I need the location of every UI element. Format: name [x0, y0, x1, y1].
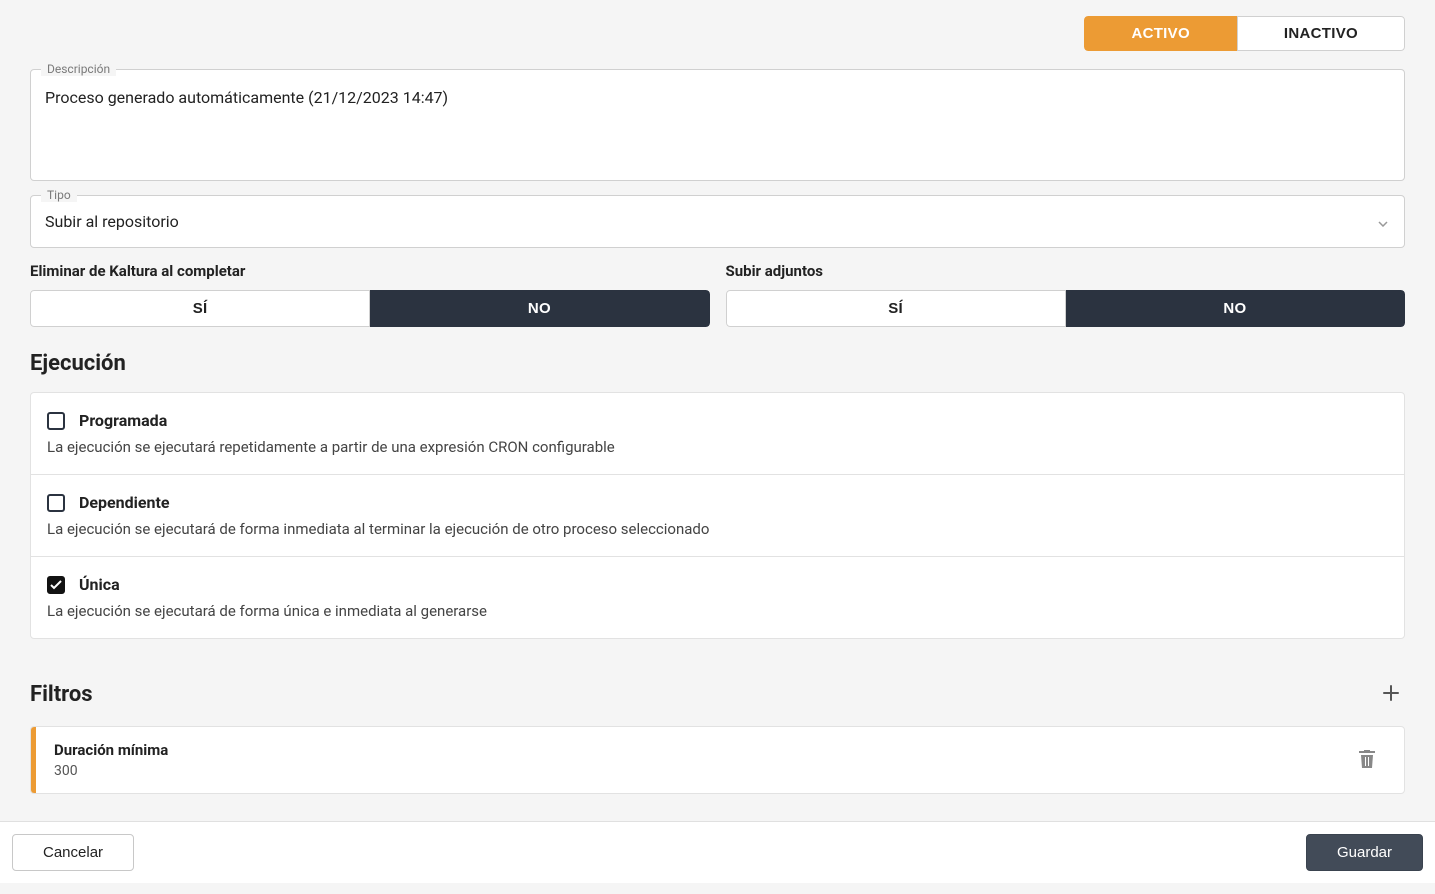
upload-attachments-yes-button[interactable]: SÍ [726, 290, 1066, 327]
cancel-button[interactable]: Cancelar [12, 834, 134, 871]
filter-title: Duración mínima [54, 741, 1312, 759]
delete-filter-button[interactable] [1352, 743, 1382, 778]
description-label: Descripción [41, 62, 116, 76]
execution-option-list: Programada La ejecución se ejecutará rep… [30, 392, 1405, 639]
description-input[interactable] [31, 70, 1404, 176]
filters-section-head: Filtros [30, 679, 1405, 710]
filters-heading: Filtros [30, 682, 93, 707]
toggle-row: Eliminar de Kaltura al completar SÍ NO S… [30, 262, 1405, 327]
delete-kaltura-label: Eliminar de Kaltura al completar [30, 262, 710, 280]
add-filter-button[interactable] [1377, 679, 1405, 710]
type-select[interactable]: Subir al repositorio [31, 196, 1404, 247]
description-field: Descripción [30, 69, 1405, 181]
execution-option-title: Programada [79, 411, 167, 430]
status-toggle: ACTIVO INACTIVO [1084, 16, 1405, 51]
trash-icon [1358, 757, 1376, 772]
delete-kaltura-no-button[interactable]: NO [370, 290, 709, 327]
execution-option-desc: La ejecución se ejecutará de forma única… [47, 602, 1388, 620]
footer-bar: Cancelar Guardar [0, 821, 1435, 883]
upload-attachments-label: Subir adjuntos [726, 262, 1406, 280]
status-active-button[interactable]: ACTIVO [1084, 16, 1236, 51]
execution-heading: Ejecución [30, 351, 1405, 376]
type-field: Tipo Subir al repositorio [30, 195, 1405, 248]
status-inactive-button[interactable]: INACTIVO [1237, 16, 1405, 51]
filter-value: 300 [54, 763, 1312, 779]
execution-option-desc: La ejecución se ejecutará de forma inmed… [47, 520, 1388, 538]
type-label: Tipo [41, 188, 77, 202]
checkbox-dependiente[interactable] [47, 494, 65, 512]
execution-option-title: Única [79, 575, 120, 594]
upload-attachments-toggle: SÍ NO [726, 290, 1406, 327]
checkbox-programada[interactable] [47, 412, 65, 430]
checkbox-unica[interactable] [47, 576, 65, 594]
execution-option-dependiente[interactable]: Dependiente La ejecución se ejecutará de… [31, 475, 1404, 557]
delete-kaltura-yes-button[interactable]: SÍ [30, 290, 370, 327]
status-toggle-row: ACTIVO INACTIVO [30, 16, 1405, 51]
filter-body: Duración mínima 300 [36, 727, 1330, 793]
plus-icon [1381, 691, 1401, 706]
upload-attachments-no-button[interactable]: NO [1066, 290, 1405, 327]
filter-item[interactable]: Duración mínima 300 [30, 726, 1405, 794]
delete-kaltura-col: Eliminar de Kaltura al completar SÍ NO [30, 262, 710, 327]
execution-option-desc: La ejecución se ejecutará repetidamente … [47, 438, 1388, 456]
execution-option-title: Dependiente [79, 493, 170, 512]
execution-option-unica[interactable]: Única La ejecución se ejecutará de forma… [31, 557, 1404, 638]
upload-attachments-col: Subir adjuntos SÍ NO [726, 262, 1406, 327]
save-button[interactable]: Guardar [1306, 834, 1423, 871]
execution-option-programada[interactable]: Programada La ejecución se ejecutará rep… [31, 393, 1404, 475]
delete-kaltura-toggle: SÍ NO [30, 290, 710, 327]
